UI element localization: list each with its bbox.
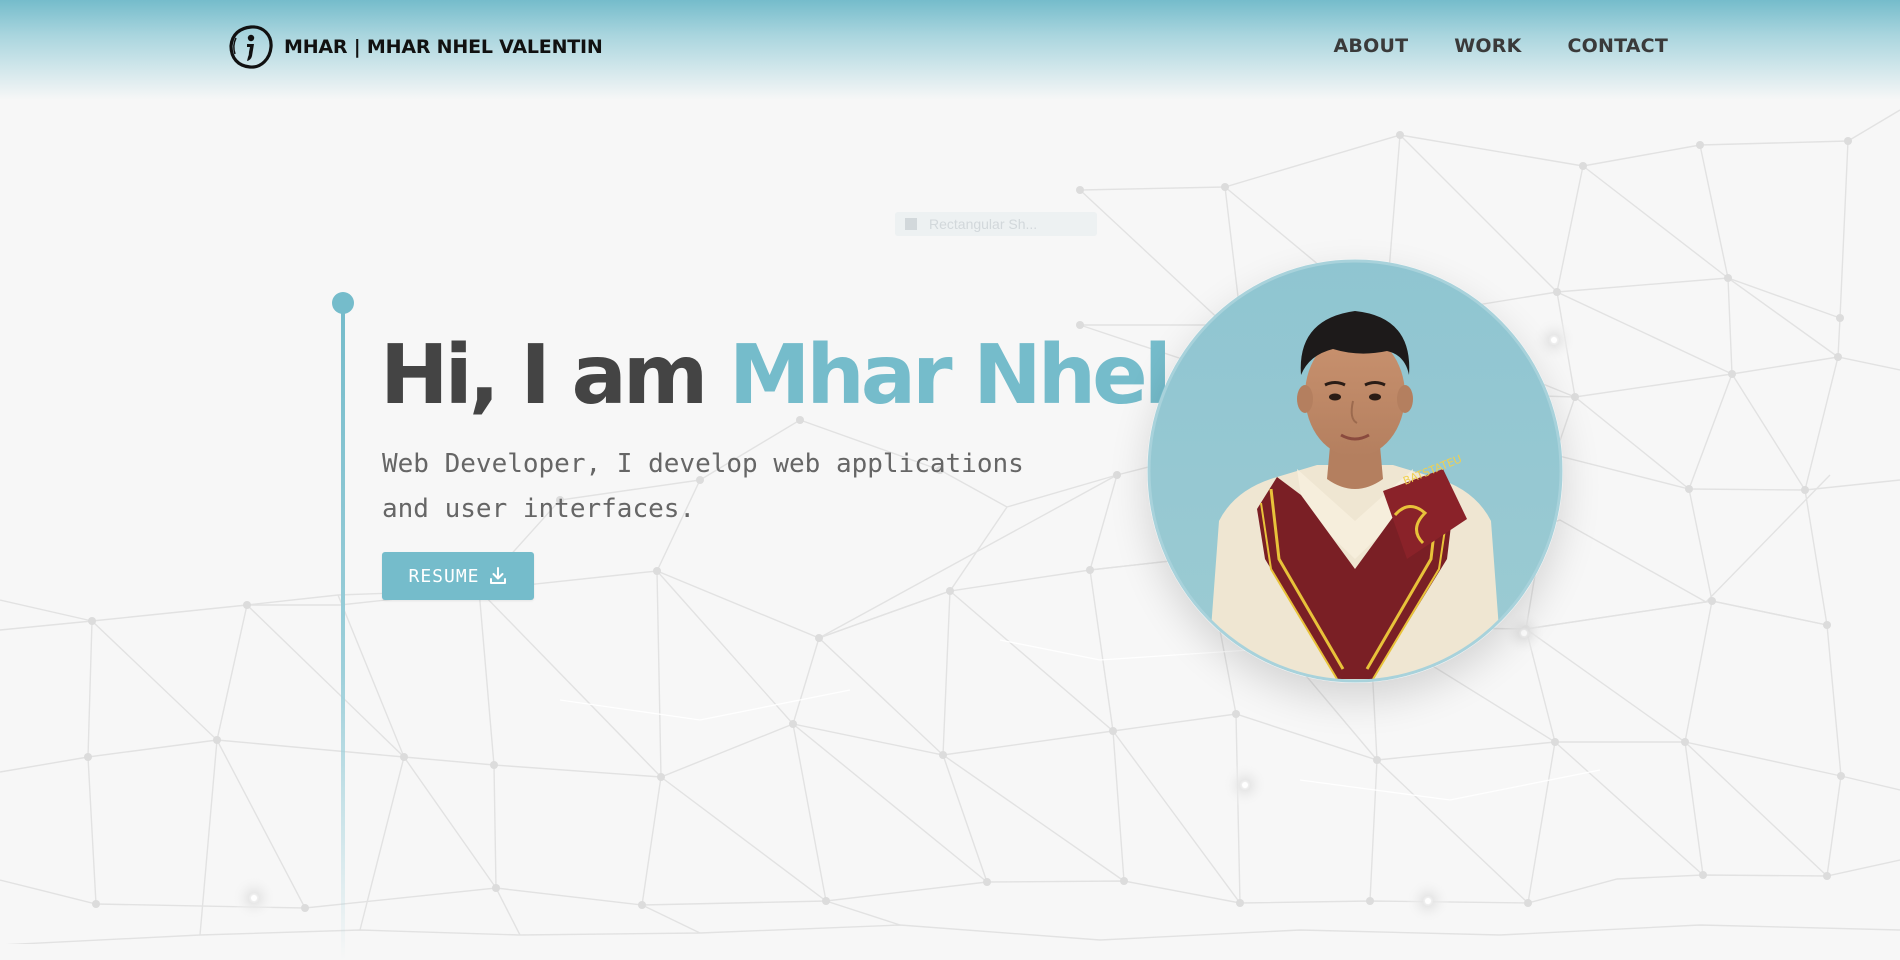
brand[interactable]: MHAR | MHAR NHEL VALENTIN bbox=[228, 24, 603, 70]
hero-title-prefix: Hi, I am bbox=[380, 328, 729, 423]
site-header: MHAR | MHAR NHEL VALENTIN ABOUT WORK CON… bbox=[0, 0, 1900, 96]
hero-title: Hi, I am Mhar Nhel bbox=[380, 335, 1172, 417]
nav-work[interactable]: WORK bbox=[1454, 35, 1521, 57]
resume-button-label: RESUME bbox=[408, 565, 480, 587]
nav-about[interactable]: ABOUT bbox=[1334, 35, 1409, 57]
shape-icon bbox=[905, 218, 917, 230]
ghost-tooltip: Rectangular Sh... bbox=[895, 212, 1097, 236]
main-nav: ABOUT WORK CONTACT bbox=[1288, 35, 1669, 57]
hero-title-name: Mhar Nhel bbox=[728, 328, 1172, 423]
ghost-tooltip-text: Rectangular Sh... bbox=[929, 216, 1038, 232]
nav-contact[interactable]: CONTACT bbox=[1568, 35, 1669, 57]
resume-button[interactable]: RESUME bbox=[382, 552, 534, 600]
profile-photo: BATSTATEU bbox=[1147, 259, 1563, 683]
info-circle-logo-icon bbox=[229, 25, 273, 69]
brand-name: MHAR | MHAR NHEL VALENTIN bbox=[284, 36, 603, 58]
hero-subtitle: Web Developer, I develop web application… bbox=[382, 449, 1024, 524]
timeline-line bbox=[341, 310, 345, 960]
download-icon bbox=[489, 567, 506, 584]
